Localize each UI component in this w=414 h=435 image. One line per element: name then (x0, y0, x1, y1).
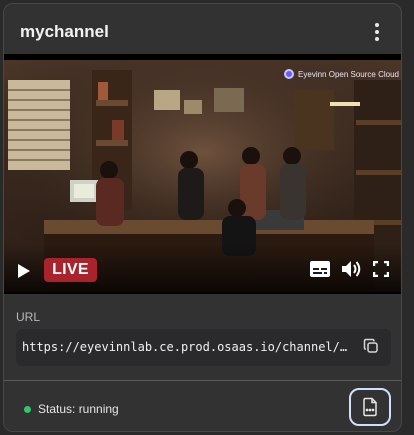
channel-card: mychannel Eyevinn Open Source Cloud LIVE… (3, 3, 402, 432)
url-section: URL https://eyevinnlab.ce.prod.osaas.io/… (4, 294, 401, 380)
card-header: mychannel (4, 4, 401, 54)
watermark: Eyevinn Open Source Cloud (284, 69, 399, 79)
channel-title: mychannel (20, 22, 109, 41)
copy-icon[interactable] (363, 338, 381, 356)
url-field[interactable]: https://eyevinnlab.ce.prod.osaas.io/chan… (16, 329, 391, 366)
live-badge[interactable]: LIVE (44, 258, 97, 282)
watermark-text: Eyevinn Open Source Cloud (298, 69, 399, 79)
volume-icon[interactable] (341, 259, 363, 279)
card-footer: Status: running (4, 380, 401, 431)
more-vertical-icon[interactable] (367, 20, 387, 44)
status-dot (24, 405, 31, 413)
fullscreen-icon[interactable] (372, 260, 390, 278)
document-icon (363, 397, 377, 417)
play-icon[interactable] (16, 262, 32, 280)
player-controls: LIVE (4, 244, 401, 294)
captions-icon[interactable] (309, 259, 331, 279)
osc-logo-icon (284, 69, 295, 79)
url-value[interactable]: https://eyevinnlab.ce.prod.osaas.io/chan… (22, 340, 348, 354)
logs-button[interactable] (349, 388, 391, 426)
status-indicator: Status: running (24, 402, 119, 416)
video-player[interactable]: Eyevinn Open Source Cloud LIVE (4, 54, 401, 294)
status-text: Status: running (38, 402, 119, 416)
url-label: URL (16, 310, 41, 324)
